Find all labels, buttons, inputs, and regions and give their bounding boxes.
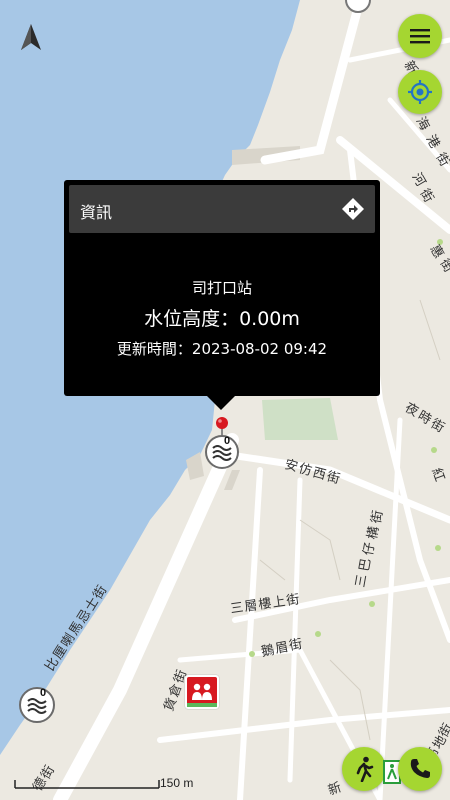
water-station-marker[interactable]: 0 [204, 434, 240, 470]
street-label: 層 [243, 597, 258, 614]
walk-button[interactable] [342, 747, 386, 791]
street-label: 街 [288, 636, 303, 653]
menu-button[interactable] [398, 14, 442, 58]
water-level: 水位高度：0.00m [144, 308, 300, 330]
station-count-badge: 0 [224, 435, 231, 447]
scale-label: 150 m [160, 776, 194, 790]
menu-icon [410, 29, 430, 44]
popup-header: 資訊 [69, 185, 375, 233]
street-label: 街 [285, 591, 300, 608]
locate-icon [408, 80, 432, 104]
station-name: 司打口站 [191, 279, 252, 297]
navigate-button[interactable] [341, 197, 365, 221]
street-label: 巴 [356, 557, 373, 572]
street-label: 街 [325, 468, 341, 486]
street-label: 新 [326, 779, 343, 798]
road [226, 451, 450, 524]
street-label: 鵝 [260, 642, 275, 659]
road [157, 707, 450, 743]
locate-button[interactable] [398, 70, 442, 114]
street-label: 河 [409, 170, 428, 189]
road [237, 467, 263, 800]
building-block [224, 470, 240, 490]
navigate-icon [342, 198, 364, 220]
compass-icon[interactable] [18, 22, 44, 52]
updated-time: 更新時間：2023-08-02 09:42 [116, 340, 328, 358]
popup-title: 資訊 [80, 203, 113, 222]
road [377, 417, 403, 800]
water-wave-icon [205, 435, 239, 469]
water-wave-icon [19, 687, 55, 723]
road [287, 477, 303, 783]
street-label: 仔 [360, 541, 377, 556]
water-station-marker[interactable]: 0 [18, 686, 56, 724]
street-label: 港 [423, 132, 442, 151]
street-label: 三 [352, 573, 369, 588]
people-icon [187, 677, 217, 707]
street-label: 惠 [427, 242, 446, 261]
street-label: 眉 [274, 639, 289, 656]
phone-button[interactable] [398, 747, 442, 791]
street-label: 構 [364, 525, 381, 540]
park-area [262, 398, 338, 440]
street-label: 上 [271, 593, 286, 610]
street-label: 街 [437, 256, 450, 275]
street-label: 街 [368, 509, 385, 524]
street-label: 樓 [257, 595, 272, 612]
station-marker-partial [345, 0, 371, 13]
info-popup: 資訊 司打口站 水位高度：0.00m 更新時間：2023-08-02 09:42 [64, 180, 380, 410]
street-label: 三 [229, 599, 244, 616]
phone-icon [410, 759, 430, 778]
street-label: 紅 [429, 466, 448, 483]
shelter-marker[interactable] [185, 675, 219, 709]
walk-icon [356, 756, 374, 782]
station-count-badge: 0 [40, 687, 47, 699]
